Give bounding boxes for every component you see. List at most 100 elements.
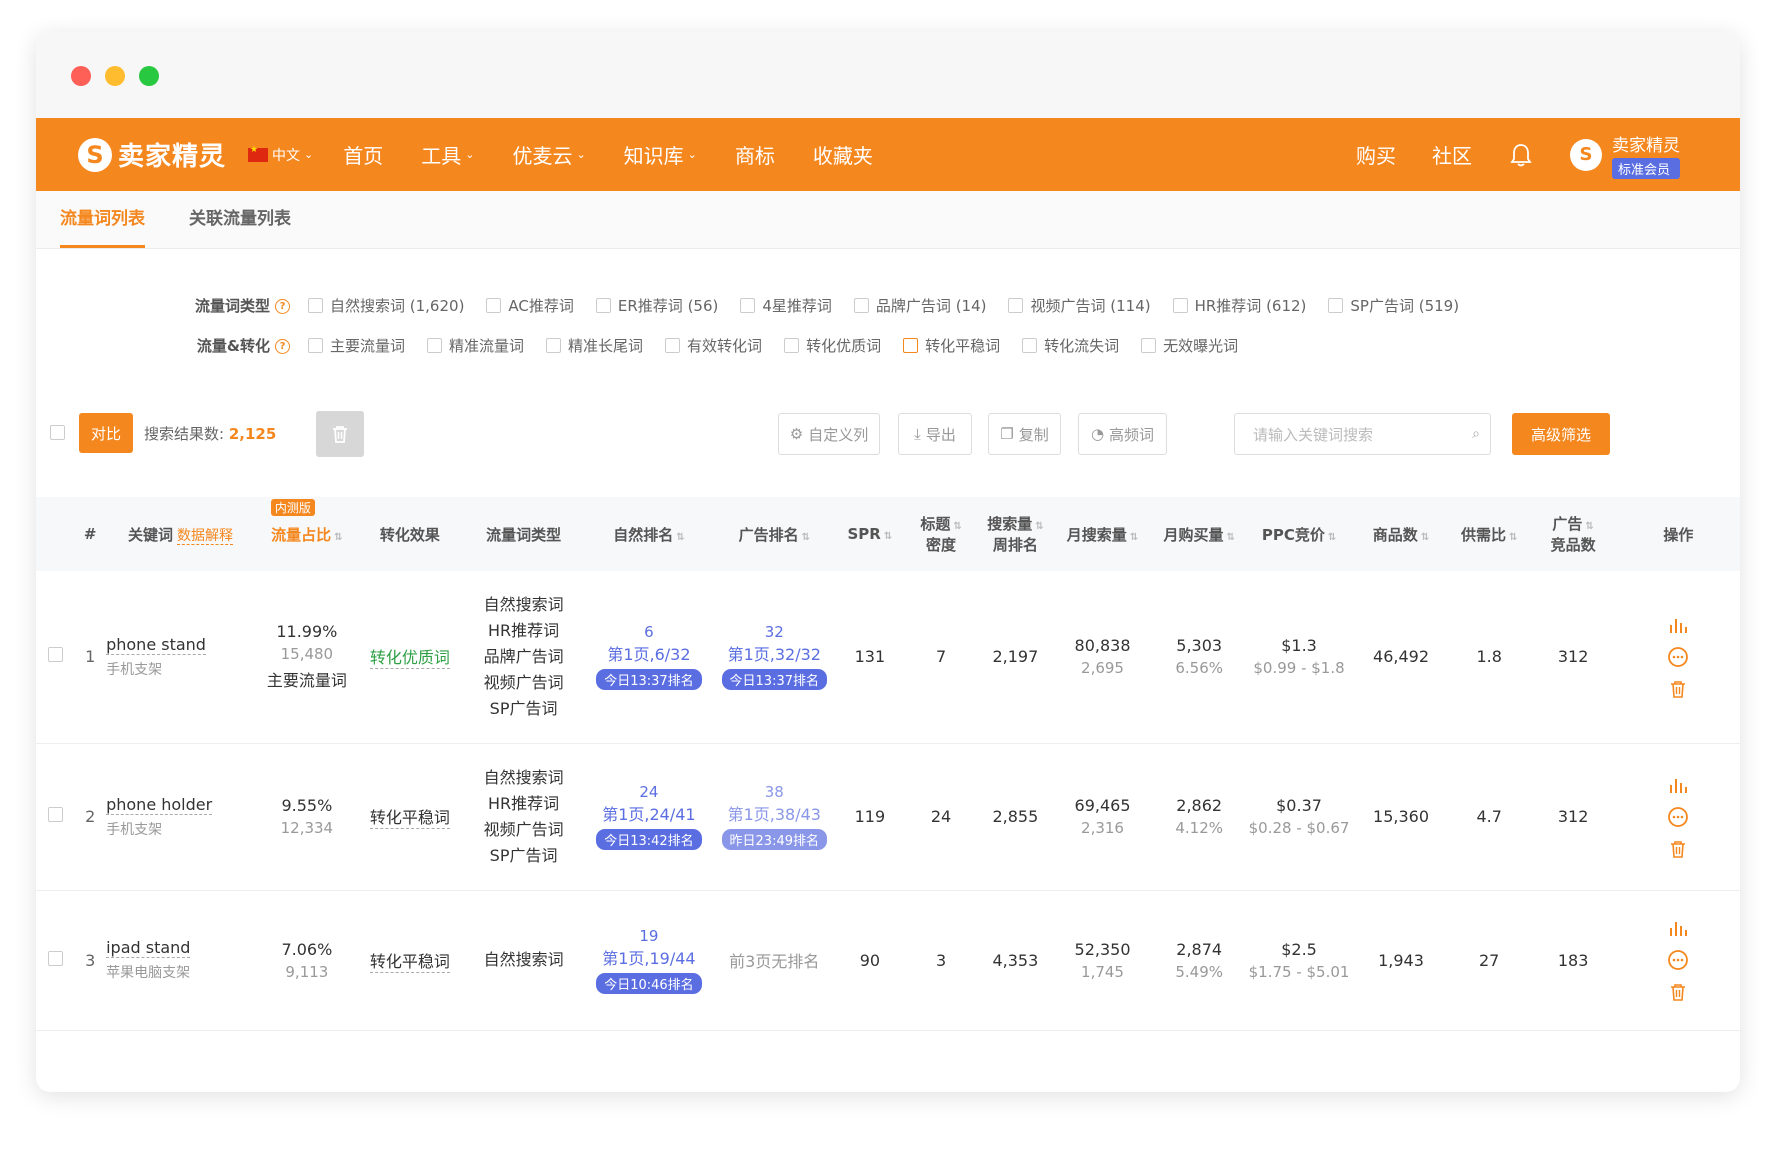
nav-item-0[interactable]: 首页 <box>343 140 383 169</box>
col-products[interactable]: 商品数 ⇅ <box>1353 497 1449 571</box>
tab-traffic-keywords[interactable]: 流量词列表 <box>60 191 145 248</box>
col-supply-ratio[interactable]: 供需比 ⇅ <box>1449 497 1530 571</box>
ppc-cell: $0.37 $0.28 - $0.67 <box>1244 743 1354 891</box>
filter-option[interactable]: 转化优质词 <box>784 335 881 356</box>
filter-checkbox[interactable] <box>1008 297 1024 313</box>
maximize-window-button[interactable] <box>139 66 159 86</box>
advanced-filter-button[interactable]: 高级筛选 <box>1512 413 1610 455</box>
filter-checkbox[interactable] <box>595 297 611 313</box>
nav-item-2[interactable]: 优麦云 ⌄ <box>512 140 585 169</box>
col-ppc[interactable]: PPC竞价 ⇅ <box>1245 497 1353 571</box>
weekly-rank-cell: 2,197 <box>979 571 1052 744</box>
compare-button[interactable]: 对比 <box>79 413 133 453</box>
filter-checkbox[interactable] <box>486 297 502 313</box>
select-all-checkbox[interactable] <box>50 425 65 440</box>
filter-checkbox[interactable] <box>1172 297 1188 313</box>
ops-cell <box>1616 890 1740 1031</box>
filter-checkbox[interactable] <box>1328 297 1344 313</box>
filter-option[interactable]: HR推荐词 (612) <box>1172 295 1306 316</box>
table-row[interactable]: 1 phone stand 手机支架 11.99% 15,480 主要流量词 转化优质词 自然… <box>36 571 1740 744</box>
keyword-en[interactable]: phone stand <box>106 635 206 655</box>
nav-item-3[interactable]: 知识库 ⌄ <box>624 140 697 169</box>
bell-icon[interactable] <box>1508 142 1534 168</box>
filter-option[interactable]: AC推荐词 <box>486 295 574 316</box>
nav-item-5[interactable]: 收藏夹 <box>813 140 873 169</box>
filter-option[interactable]: 有效转化词 <box>665 335 762 356</box>
data-explanation-link[interactable]: 数据解释 <box>176 527 233 545</box>
row-checkbox[interactable] <box>47 807 63 822</box>
nav-item-1[interactable]: 工具 ⌄ <box>421 140 474 169</box>
filter-checkbox[interactable] <box>740 297 756 313</box>
filter-checkbox[interactable] <box>546 337 562 353</box>
filter-checkbox[interactable] <box>308 297 323 313</box>
export-button[interactable]: ⤓ 导出 <box>898 413 972 455</box>
filter-option[interactable]: 视频广告词 (114) <box>1008 295 1151 316</box>
more-icon[interactable] <box>1667 949 1689 971</box>
keyword-search-input[interactable]: 请输入关键词搜索 ⌕ <box>1234 413 1491 455</box>
col-monthly-search[interactable]: 月搜索量 ⇅ <box>1052 497 1154 571</box>
bar-chart-icon[interactable] <box>1667 774 1689 796</box>
table-row[interactable]: 2 phone holder 手机支架 9.55% 12,334 转化平稳词 自然搜索词 HR… <box>36 743 1740 891</box>
bar-chart-icon[interactable] <box>1667 917 1689 939</box>
filter-option[interactable]: 精准流量词 <box>427 335 524 356</box>
filter-option[interactable]: SP广告词 (519) <box>1328 295 1459 316</box>
nav-item-4[interactable]: 商标 <box>735 140 775 169</box>
col-spr[interactable]: SPR ⇅ <box>837 497 903 571</box>
filter-option[interactable]: 4星推荐词 <box>740 295 832 316</box>
trash-icon[interactable] <box>1667 678 1689 700</box>
ad-rank-cell[interactable]: 38 第1页,38/43 昨日23:49排名 <box>711 743 837 891</box>
trash-icon[interactable] <box>1667 838 1689 860</box>
close-window-button[interactable] <box>71 66 91 86</box>
filter-option[interactable]: 转化流失词 <box>1022 335 1119 356</box>
tab-related-traffic[interactable]: 关联流量列表 <box>189 191 291 248</box>
filter-checkbox[interactable] <box>427 337 443 353</box>
row-checkbox[interactable] <box>47 950 63 966</box>
filter-checkbox[interactable] <box>665 337 681 353</box>
copy-button[interactable]: ❐ 复制 <box>988 413 1061 455</box>
filter-option[interactable]: 自然搜索词 (1,620) <box>308 295 464 316</box>
filter-option[interactable]: 精准长尾词 <box>546 335 643 356</box>
col-ad-rank[interactable]: 广告排名 ⇅ <box>712 497 837 571</box>
logo[interactable]: S 卖家精灵 <box>78 136 226 173</box>
col-traffic-share[interactable]: 内测版 流量占比 ⇅ <box>255 497 359 571</box>
organic-rank-cell[interactable]: 24 第1页,24/41 今日13:42排名 <box>586 743 712 891</box>
minimize-window-button[interactable] <box>105 66 125 86</box>
more-icon[interactable] <box>1667 806 1689 828</box>
community-link[interactable]: 社区 <box>1432 140 1472 169</box>
organic-rank-cell[interactable]: 19 第1页,19/44 今日10:46排名 <box>586 890 712 1031</box>
high-frequency-button[interactable]: ◔ 高频词 <box>1078 413 1167 455</box>
filter-checkbox[interactable] <box>853 297 869 313</box>
table-row[interactable]: 3 ipad stand 苹果电脑支架 7.06% 9,113 转化平稳词 自然搜索词 19 第… <box>36 890 1740 1031</box>
keyword-en[interactable]: phone holder <box>106 795 213 815</box>
filter-checkbox[interactable] <box>1141 337 1157 353</box>
bar-chart-icon[interactable] <box>1667 614 1689 636</box>
col-ad-products[interactable]: 广告 ⇅ 竞品数 <box>1530 497 1617 571</box>
filter-option[interactable]: 转化平稳词 <box>903 335 1000 356</box>
filter-option[interactable]: ER推荐词 (56) <box>595 295 718 316</box>
filter-checkbox[interactable] <box>1022 337 1038 353</box>
user-menu[interactable]: S 卖家精灵 标准会员 <box>1570 131 1680 179</box>
buy-link[interactable]: 购买 <box>1356 140 1396 169</box>
more-icon[interactable] <box>1667 646 1689 668</box>
organic-rank-cell[interactable]: 6 第1页,6/32 今日13:37排名 <box>586 571 712 744</box>
help-icon[interactable]: ? <box>275 298 290 314</box>
ad-rank-cell[interactable]: 32 第1页,32/32 今日13:37排名 <box>711 571 837 744</box>
col-monthly-buy[interactable]: 月购买量 ⇅ <box>1154 497 1245 571</box>
help-icon[interactable]: ? <box>275 338 290 354</box>
filter-option[interactable]: 品牌广告词 (14) <box>853 295 986 316</box>
filter-checkbox[interactable] <box>903 337 919 353</box>
trash-icon[interactable] <box>1667 981 1689 1003</box>
col-title-density[interactable]: 标题 ⇅ 密度 <box>903 497 979 571</box>
filter-option[interactable]: 主要流量词 <box>308 335 405 356</box>
col-organic-rank[interactable]: 自然排名 ⇅ <box>586 497 711 571</box>
language-selector[interactable]: 中文 ⌄ <box>248 145 313 165</box>
filter-checkbox[interactable] <box>784 337 800 353</box>
keyword-en[interactable]: ipad stand <box>106 938 191 958</box>
col-weekly-rank[interactable]: 搜索量 ⇅ 周排名 <box>979 497 1051 571</box>
custom-columns-button[interactable]: ⚙ 自定义列 <box>778 413 880 455</box>
delete-button[interactable] <box>316 411 364 457</box>
filter-option[interactable]: 无效曝光词 <box>1141 335 1238 356</box>
row-checkbox[interactable] <box>47 647 63 663</box>
search-icon: ⌕ <box>1472 426 1480 442</box>
filter-checkbox[interactable] <box>308 337 323 353</box>
